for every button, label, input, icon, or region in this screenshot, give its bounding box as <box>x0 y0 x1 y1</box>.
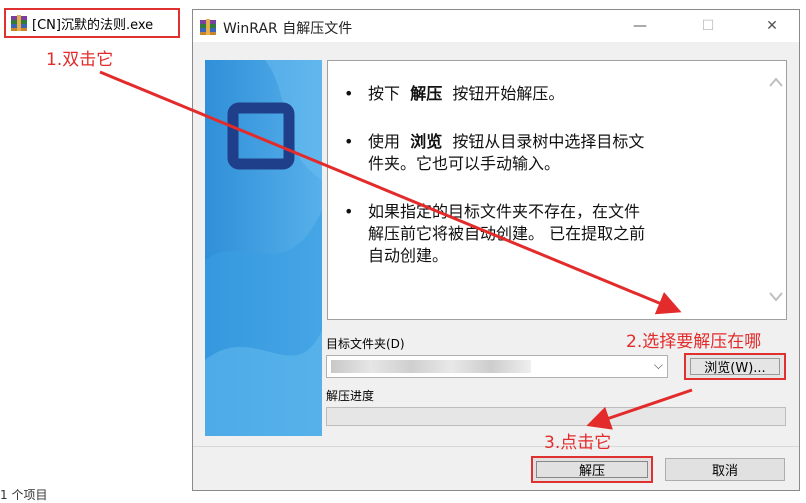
browse-button[interactable]: 浏览(W)... <box>684 353 786 380</box>
winrar-icon <box>199 18 217 36</box>
progress-label: 解压进度 <box>326 389 375 403</box>
extraction-progress-bar <box>326 407 786 426</box>
divider <box>193 446 799 447</box>
destination-path-blurred <box>331 360 531 373</box>
winrar-banner <box>205 60 322 436</box>
annotation-step2: 2.选择要解压在哪 <box>626 332 762 352</box>
file-name: [CN]沉默的法则.exe <box>32 17 154 33</box>
title-bar[interactable]: WinRAR 自解压文件 — ☐ ✕ <box>193 10 799 42</box>
annotation-step1: 1.双击它 <box>46 50 114 70</box>
desktop-file-item[interactable]: [CN]沉默的法则.exe <box>4 8 180 38</box>
info-panel: • 按下 解压 按钮开始解压。 • 使用 浏览 按钮从目录树中选择目标文 件夹。… <box>327 60 787 320</box>
destination-combobox[interactable]: ⌵ <box>326 355 668 378</box>
winrar-sfx-window: WinRAR 自解压文件 — ☐ ✕ • 按下 解压 按钮开始解压。 • 使用 … <box>192 9 800 491</box>
close-button[interactable]: ✕ <box>749 10 795 42</box>
info-bullet-1: • 按下 解压 按钮开始解压。 <box>344 84 565 103</box>
extract-button[interactable]: 解压 <box>531 456 653 483</box>
destination-label: 目标文件夹(D) <box>326 337 405 351</box>
extract-button-label: 解压 <box>536 461 648 479</box>
info-scrollbar[interactable] <box>766 61 786 319</box>
winrar-archive-icon <box>10 14 28 32</box>
browse-button-label: 浏览(W)... <box>690 358 780 376</box>
maximize-button[interactable]: ☐ <box>685 10 731 42</box>
annotation-step3: 3.点击它 <box>544 433 612 453</box>
minimize-button[interactable]: — <box>617 10 663 42</box>
window-title: WinRAR 自解压文件 <box>223 21 353 37</box>
info-bullet-3: • 如果指定的目标文件夹不存在，在文件 解压前它将被自动创建。 已在提取之前 自… <box>344 202 646 265</box>
info-bullet-2: • 使用 浏览 按钮从目录树中选择目标文 件夹。它也可以手动输入。 <box>344 132 645 173</box>
cancel-button[interactable]: 取消 <box>665 458 785 481</box>
chevron-down-icon[interactable]: ⌵ <box>654 358 663 373</box>
item-count: 1 个项目 <box>0 488 48 502</box>
